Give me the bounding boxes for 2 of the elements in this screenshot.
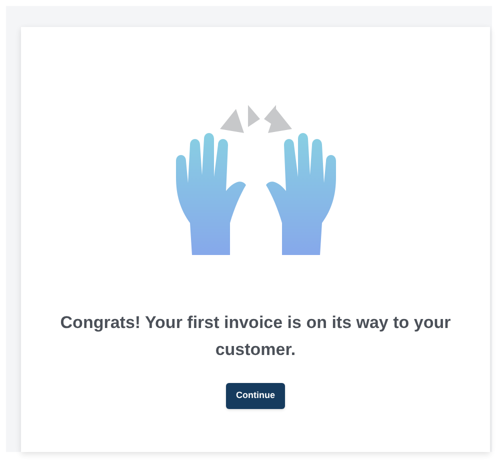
continue-button[interactable]: Continue [226, 383, 285, 409]
congrats-message: Congrats! Your first invoice is on its way to your customer. [59, 312, 452, 361]
